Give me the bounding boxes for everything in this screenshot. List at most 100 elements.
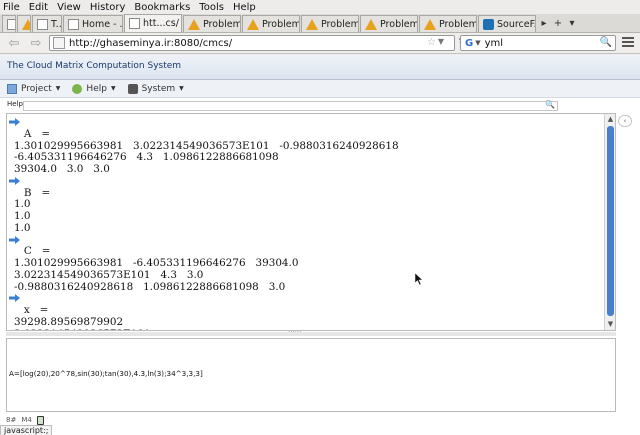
help-menu-label: Help (86, 83, 107, 94)
output-line: 1.0 (14, 210, 31, 222)
page-content: The Cloud Matrix Computation System Proj… (0, 55, 640, 435)
bottom-tab-2[interactable]: M4 (21, 416, 32, 424)
chevron-down-icon: ▼ (55, 85, 61, 92)
browser-tab[interactable]: SourceF... (478, 15, 536, 32)
list-all-tabs-icon[interactable]: ▾ (565, 15, 579, 32)
menu-history[interactable]: History (90, 2, 126, 13)
status-bar-link: javascript:; (0, 425, 53, 435)
output-line: 1.0 (14, 198, 31, 211)
output-line: B = (14, 186, 51, 199)
warning-icon (424, 18, 436, 30)
vertical-scrollbar[interactable]: ▲ ▼ (604, 114, 615, 330)
collapse-panel-icon[interactable]: ‹ (618, 115, 632, 127)
menu-file[interactable]: File (3, 2, 20, 13)
url-dropdown-icon[interactable]: ▼ (438, 37, 444, 46)
scrollbar-thumb[interactable] (607, 126, 614, 316)
clipboard-icon[interactable] (36, 415, 44, 425)
result-arrow-row (9, 293, 399, 305)
menu-bar: File Edit View History Bookmarks Tools Help (0, 0, 640, 15)
output-panel: A = 1.301029995663981 3.022314549036573E1… (6, 113, 616, 331)
url-text: http://ghaseminya.ir:8080/cmcs/ (69, 37, 233, 49)
warning-icon (306, 18, 318, 30)
output-line: 39304.0 3.0 3.0 (14, 163, 110, 175)
output-line: 3.022314549036573E101 (14, 328, 399, 330)
chevron-down-icon: ▼ (179, 85, 184, 92)
project-menu-label: Project (21, 83, 52, 94)
menu-help[interactable]: Help (233, 2, 256, 13)
search-engine-dropdown-icon[interactable]: ▼ (475, 39, 480, 47)
result-arrow-row (9, 176, 399, 188)
scroll-up-icon[interactable]: ▲ (606, 115, 615, 124)
site-favicon-icon (53, 37, 65, 49)
menu-view[interactable]: View (57, 2, 81, 13)
search-icon[interactable]: 🔍 (600, 37, 612, 48)
result-arrow-row (9, 117, 399, 129)
browser-tab[interactable]: Problem... (301, 15, 359, 32)
search-engine-icon[interactable]: G (465, 38, 473, 49)
output-text: A = 1.301029995663981 3.022314549036573E1… (9, 117, 399, 330)
result-arrow-icon (9, 176, 20, 185)
browser-tab[interactable]: Problem... (419, 15, 477, 32)
bookmark-star-icon[interactable]: ☆ (427, 37, 436, 48)
system-menu-button[interactable]: System ▼ (127, 83, 184, 94)
result-arrow-icon (9, 294, 20, 303)
search-query: yml (484, 37, 504, 49)
project-menu-button[interactable]: Project ▼ (7, 83, 61, 94)
tab-label: Problem... (321, 18, 359, 30)
mouse-cursor-icon (415, 273, 423, 285)
navigation-bar: ⇦ ⇨ http://ghaseminya.ir:8080/cmcs/ ☆ ▼ … (0, 33, 640, 54)
scroll-tabs-right-icon[interactable]: ▸ (537, 15, 551, 32)
menu-edit[interactable]: Edit (29, 2, 48, 13)
new-tab-icon[interactable]: + (551, 15, 565, 32)
scroll-down-icon[interactable]: ▼ (606, 320, 615, 329)
browser-tab[interactable] (17, 15, 31, 32)
warning-icon (247, 18, 259, 30)
output-line: 3.022314549036573E101 4.3 3.0 (14, 268, 204, 281)
tab-label: Home - ... (82, 18, 123, 30)
browser-tab[interactable]: Problem... (360, 15, 418, 32)
help-icon (72, 83, 83, 94)
tab-label: SourceF... (497, 18, 535, 30)
split-divider[interactable]: ······ (6, 328, 616, 336)
warning-icon (22, 18, 30, 30)
menu-icon[interactable] (622, 37, 634, 49)
bottom-tab-1[interactable]: 8# (6, 416, 16, 424)
tab-label: T... (51, 18, 62, 30)
system-menu-label: System (141, 83, 176, 94)
tab-label: htt...cs/ (143, 18, 179, 29)
url-bar[interactable]: http://ghaseminya.ir:8080/cmcs/ ☆ ▼ (49, 35, 455, 51)
tab-strip: T... Home - ...htt...cs/✕ Problem... Proble… (0, 14, 640, 33)
browser-tab[interactable]: T... (32, 15, 62, 32)
tab-label: Problem... (439, 18, 477, 30)
output-line: A = (14, 127, 51, 140)
result-arrow-icon (9, 235, 20, 244)
browser-tab[interactable]: Home - ... (63, 15, 123, 32)
divider-grip-icon[interactable]: ······ (288, 328, 301, 336)
menu-tools[interactable]: Tools (199, 2, 224, 13)
forward-icon[interactable]: ⇨ (28, 35, 44, 51)
output-line: -0.9880316240928618 1.0986122886681098 3… (14, 280, 286, 293)
bottom-tabs: 8# M4 (6, 415, 49, 425)
help-menu-button[interactable]: Help ▼ (72, 83, 116, 94)
search-bar[interactable]: G ▼ yml 🔍 (460, 35, 616, 51)
browser-tab[interactable]: htt...cs/✕ (124, 14, 182, 32)
back-icon[interactable]: ⇦ (6, 35, 22, 51)
chevron-down-icon: ▼ (110, 85, 116, 92)
tab-label: Problem... (203, 18, 241, 30)
output-line: x = (14, 304, 49, 316)
output-line: 1.0 (14, 221, 31, 234)
browser-tab[interactable]: Problem... (242, 15, 300, 32)
page-icon (7, 18, 15, 30)
project-icon (7, 83, 17, 94)
warning-icon (188, 18, 200, 30)
command-input[interactable]: A=[log(20),20^78,sin(30);tan(30),4.3,ln(… (6, 338, 616, 412)
browser-tab[interactable] (2, 15, 16, 32)
page-icon (129, 18, 140, 29)
help-search-input[interactable]: 🔍 (23, 100, 558, 111)
search-icon[interactable]: 🔍 (545, 100, 555, 109)
menu-bookmarks[interactable]: Bookmarks (134, 2, 190, 13)
system-icon (127, 83, 138, 94)
browser-tab[interactable]: Problem... (183, 15, 241, 32)
warning-icon (365, 18, 377, 30)
tab-label: Problem... (262, 18, 300, 30)
